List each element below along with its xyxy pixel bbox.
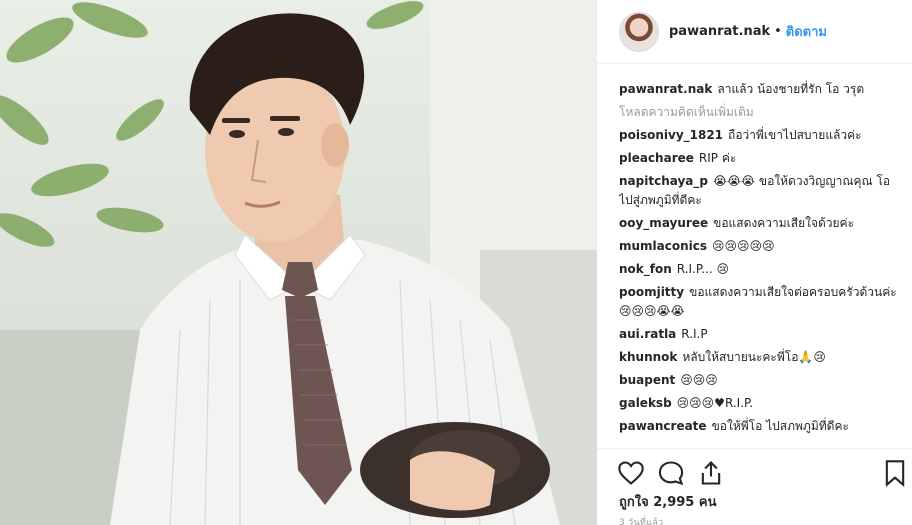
comment-item: pawancreate ขอให้พี่โอ ไปสภพภูมิที่ดีคะ <box>619 417 901 436</box>
comment-username[interactable]: napitchaya_p <box>619 174 708 188</box>
comment-icon[interactable] <box>657 459 685 487</box>
comment-item: pleacharee RIP ค่ะ <box>619 149 901 168</box>
comment-username[interactable]: poisonivy_1821 <box>619 128 723 142</box>
author-username[interactable]: pawanrat.nak <box>669 24 770 39</box>
post-photo-illustration <box>0 0 597 525</box>
share-icon[interactable] <box>697 459 725 487</box>
comments-list[interactable]: pawanrat.nak ลาแล้ว น้องชายที่รัก โอ วรุต… <box>619 80 901 448</box>
comment-username[interactable]: mumlaconics <box>619 239 707 253</box>
comment-item: ooy_mayuree ขอแสดงความเสียใจด้วยค่ะ <box>619 214 901 233</box>
comment-text: หลับให้สบายนะคะพี่โอ🙏😢 <box>682 350 826 364</box>
comment-item: buapent 😢😢😢 <box>619 371 901 390</box>
like-count[interactable]: ถูกใจ 2,995 คน <box>619 491 716 512</box>
bookmark-icon[interactable] <box>881 459 909 487</box>
comment-username[interactable]: khunnok <box>619 350 677 364</box>
comment-username[interactable]: galeksb <box>619 396 672 410</box>
post-header: pawanrat.nak • ติดตาม <box>597 0 912 64</box>
post-photo[interactable] <box>0 0 597 525</box>
comment-text: R.I.P <box>681 327 708 341</box>
comment-username[interactable]: nok_fon <box>619 262 672 276</box>
heart-icon[interactable] <box>617 459 645 487</box>
comment-username[interactable]: poomjitty <box>619 285 684 299</box>
comment-item: napitchaya_p 😭😭😭 ขอให้ดวงวิญญาณคุณ โอ ไปส… <box>619 172 901 210</box>
comment-item: khunnok หลับให้สบายนะคะพี่โอ🙏😢 <box>619 348 901 367</box>
comment-username[interactable]: buapent <box>619 373 675 387</box>
comment-item: poisonivy_1821 ถือว่าพี่เขาไปสบายแล้วค่ะ <box>619 126 901 145</box>
comment-username[interactable]: pawancreate <box>619 419 707 433</box>
comment-text: 😢😢😢♥R.I.P. <box>676 396 754 410</box>
comment-item: aui.ratla R.I.P <box>619 325 901 344</box>
post-side-panel: pawanrat.nak • ติดตาม pawanrat.nak ลาแล้ว… <box>597 0 912 525</box>
post-timestamp[interactable]: 3 วันที่แล้ว <box>619 515 664 525</box>
comment-text: ขอแสดงความเสียใจด้วยค่ะ <box>713 216 855 230</box>
comment-item: poomjitty ขอแสดงความเสียใจต่อครอบครัวด้วน… <box>619 283 901 321</box>
comment-username[interactable]: aui.ratla <box>619 327 676 341</box>
comment-item: nok_fon R.I.P... 😢 <box>619 260 901 279</box>
header-separator: • <box>774 24 782 39</box>
caption: pawanrat.nak ลาแล้ว น้องชายที่รัก โอ วรุต <box>619 80 901 99</box>
caption-text: ลาแล้ว น้องชายที่รัก โอ วรุต <box>717 82 865 96</box>
comment-text: ขอให้พี่โอ ไปสภพภูมิที่ดีคะ <box>711 419 849 433</box>
comment-text: 😢😢😢 <box>680 373 718 387</box>
comment-item: galeksb 😢😢😢♥R.I.P. <box>619 394 901 413</box>
comment-items: poisonivy_1821 ถือว่าพี่เขาไปสบายแล้วค่ะ p… <box>619 126 901 436</box>
comment-text: ถือว่าพี่เขาไปสบายแล้วค่ะ <box>728 128 862 142</box>
comment-username[interactable]: pleacharee <box>619 151 694 165</box>
comment-text: RIP ค่ะ <box>698 151 737 165</box>
comment-text: R.I.P... 😢 <box>676 262 729 276</box>
comment-text: 😢😢😢😢😢 <box>712 239 775 253</box>
avatar[interactable] <box>619 11 659 52</box>
follow-button[interactable]: ติดตาม <box>786 21 827 42</box>
caption-author[interactable]: pawanrat.nak <box>619 82 712 96</box>
comment-item: mumlaconics 😢😢😢😢😢 <box>619 237 901 256</box>
post-actions: ถูกใจ 2,995 คน 3 วันที่แล้ว <box>597 448 912 525</box>
comment-username[interactable]: ooy_mayuree <box>619 216 708 230</box>
load-more-comments[interactable]: โหลดความคิดเห็นเพิ่มเติม <box>619 103 901 122</box>
